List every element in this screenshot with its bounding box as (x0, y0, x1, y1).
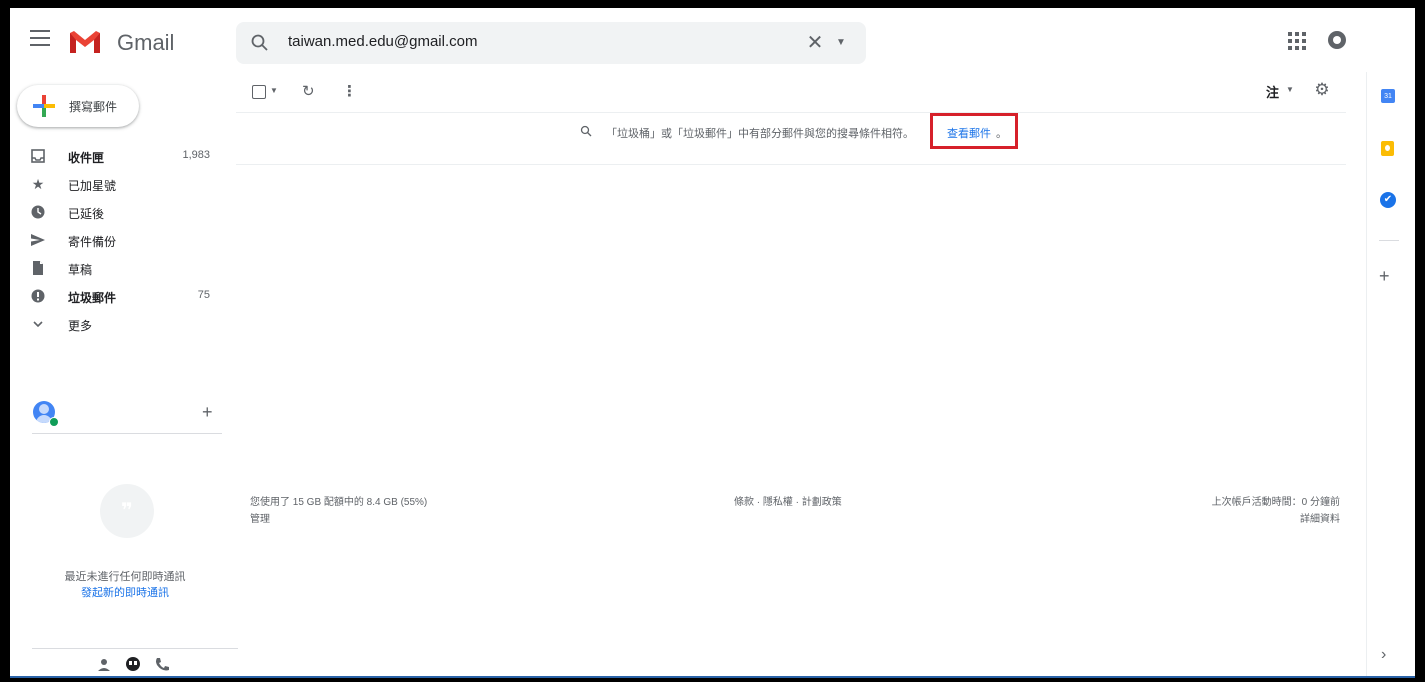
sidebar-item-more[interactable]: 更多 (10, 310, 230, 338)
contacts-icon[interactable] (94, 655, 114, 675)
gmail-window: Gmail taiwan.med.edu@gmail.com ✕ ▼ 撰寫郵件 (10, 8, 1415, 678)
hangouts-quote-icon: ❞ (100, 484, 154, 538)
draft-icon (33, 261, 43, 275)
get-addons-icon[interactable]: + (1379, 266, 1390, 287)
sidebar-item-label: 已加星號 (68, 179, 117, 193)
search-icon[interactable] (250, 33, 270, 53)
search-input[interactable]: taiwan.med.edu@gmail.com (288, 33, 477, 50)
sidebar-item-label: 更多 (68, 319, 93, 333)
search-options-icon[interactable]: ▼ (836, 32, 854, 54)
last-activity-text: 上次帳戶活動時間：0 分鐘前 (1211, 497, 1340, 508)
send-icon (31, 234, 45, 246)
input-tools-dropdown-icon[interactable]: ▼ (1286, 85, 1294, 94)
sidebar-item-label: 草稿 (68, 263, 93, 277)
clear-search-icon[interactable]: ✕ (804, 32, 826, 54)
online-status-icon (49, 417, 59, 427)
input-tools-button[interactable]: 注 (1266, 82, 1279, 101)
sidebar-item-sent[interactable]: 寄件備份 (10, 226, 230, 254)
settings-gear-icon[interactable]: ⚙ (1312, 80, 1332, 100)
start-chat-link[interactable]: 發起新的即時通訊 (10, 584, 240, 600)
manage-storage-link[interactable]: 管理 (250, 510, 270, 525)
highlight-annotation-box (930, 113, 1018, 149)
hangouts-tabs (32, 648, 238, 678)
sidebar-item-starred[interactable]: ★ 已加星號 (10, 170, 230, 198)
header: Gmail taiwan.med.edu@gmail.com ✕ ▼ (10, 8, 1415, 72)
search-bar[interactable]: taiwan.med.edu@gmail.com ✕ ▼ (236, 22, 866, 64)
sidebar-item-label: 已延後 (68, 207, 105, 221)
sidebar-item-snoozed[interactable]: 已延後 (10, 198, 230, 226)
notice-text: 「垃圾桶」或「垃圾郵件」中有部分郵件與您的搜尋條件相符。 (606, 128, 914, 140)
sidebar-item-label: 收件匣 (68, 151, 105, 165)
taskbar-edge (10, 676, 1415, 678)
compose-label: 撰寫郵件 (69, 100, 118, 114)
unread-count: 75 (197, 289, 210, 301)
clock-icon (31, 205, 45, 219)
sidebar-item-label: 垃圾郵件 (68, 291, 117, 305)
divider (32, 433, 222, 434)
sidebar-item-drafts[interactable]: 草稿 (10, 254, 230, 282)
divider (236, 112, 1346, 113)
side-panel: 31 ✔ + › (1366, 72, 1415, 678)
refresh-icon[interactable]: ↻ (302, 82, 315, 100)
calendar-icon[interactable]: 31 (1381, 89, 1395, 103)
hangouts-empty-text: 最近未進行任何即時通訊 (64, 571, 186, 583)
select-dropdown-icon[interactable]: ▼ (270, 86, 278, 95)
inbox-icon (31, 149, 45, 163)
star-icon: ★ (31, 176, 45, 192)
expand-panel-icon[interactable]: › (1381, 646, 1386, 664)
search-icon (580, 125, 592, 137)
more-options-icon[interactable]: ⋮ (342, 82, 357, 100)
hangouts-chat-icon[interactable] (123, 655, 143, 675)
activity-details-link[interactable]: 詳細資料 (1300, 510, 1340, 525)
chevron-down-icon (33, 321, 43, 328)
google-apps-icon[interactable] (1288, 32, 1306, 50)
divider (1379, 240, 1399, 241)
sidebar-item-label: 寄件備份 (68, 235, 117, 249)
gmail-logo-icon[interactable] (68, 29, 102, 55)
tasks-icon[interactable]: ✔ (1380, 192, 1396, 208)
sidebar-nav: 收件匣 1,983 ★ 已加星號 已延後 寄件備份 草稿 垃圾郵件 75 更多 (10, 142, 230, 338)
select-all-checkbox[interactable] (252, 85, 266, 99)
terms-privacy-links[interactable]: 條款 · 隱私權 · 計劃政策 (734, 493, 842, 508)
storage-usage-text: 您使用了 15 GB 配額中的 8.4 GB (55%) (250, 497, 428, 508)
unread-count: 1,983 (182, 149, 210, 161)
phone-icon[interactable] (152, 655, 172, 675)
sidebar-item-spam[interactable]: 垃圾郵件 75 (10, 282, 230, 310)
divider (236, 164, 1346, 165)
add-contact-icon[interactable]: + (202, 402, 213, 423)
spam-icon (31, 289, 45, 303)
compose-plus-icon (33, 95, 55, 117)
account-avatar-icon[interactable] (1328, 31, 1346, 49)
search-notice: 「垃圾桶」或「垃圾郵件」中有部分郵件與您的搜尋條件相符。 查看郵件 。 (236, 123, 1346, 143)
mail-toolbar: ▼ ↻ ⋮ 注 ▼ ⚙ (236, 76, 1346, 112)
gmail-wordmark[interactable]: Gmail (117, 30, 174, 56)
main-menu-icon[interactable] (30, 30, 50, 48)
compose-button[interactable]: 撰寫郵件 (17, 85, 139, 127)
keep-icon[interactable] (1381, 141, 1394, 156)
sidebar-item-inbox[interactable]: 收件匣 1,983 (10, 142, 230, 170)
